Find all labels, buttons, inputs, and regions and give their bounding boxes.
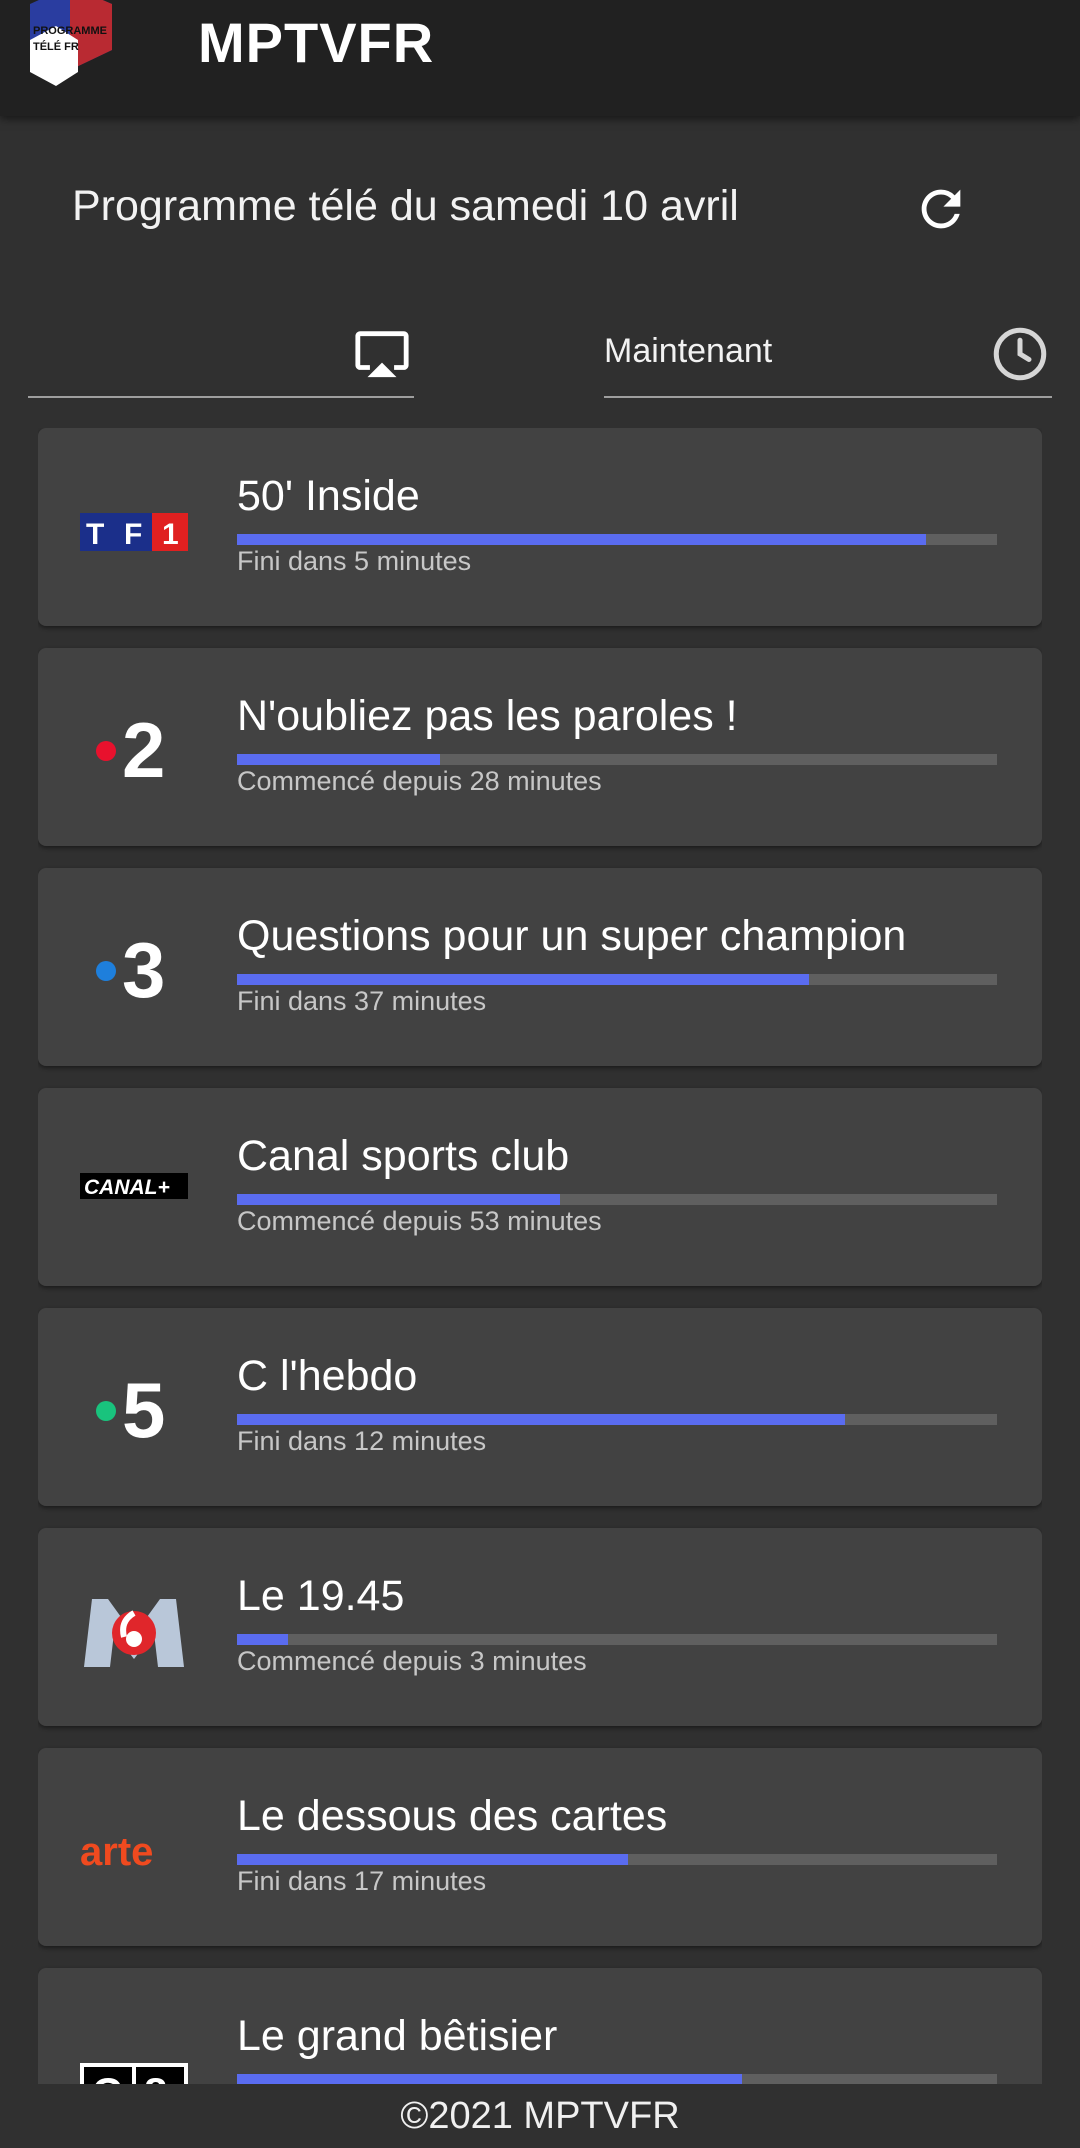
app-logo-text-1: PROGRAMME xyxy=(33,25,107,37)
program-title: N'oubliez pas les paroles ! xyxy=(237,692,738,740)
svg-text:5: 5 xyxy=(122,1366,165,1451)
program-card[interactable]: arte Le dessous des cartes Fini dans 17 … xyxy=(38,1748,1042,1946)
france5-logo: 5 xyxy=(78,1363,190,1454)
progress-bar xyxy=(237,1634,997,1645)
progress-bar xyxy=(237,2074,997,2084)
program-card[interactable]: C 8 Le grand bêtisier xyxy=(38,1968,1042,2084)
refresh-icon[interactable] xyxy=(912,180,970,238)
app-title: MPTVFR xyxy=(198,11,435,74)
cast-icon[interactable] xyxy=(350,324,414,382)
program-status: Commencé depuis 53 minutes xyxy=(237,1206,602,1236)
page-title: Programme télé du samedi 10 avril xyxy=(72,182,739,230)
clock-icon[interactable] xyxy=(990,324,1050,384)
c8-logo: C 8 xyxy=(78,2023,190,2084)
canalplus-logo: CANAL+ xyxy=(78,1143,190,1231)
progress-fill xyxy=(237,534,927,545)
progress-fill xyxy=(237,1634,288,1645)
app-bar: PROGRAMME TÉLÉ FR MPTVFR xyxy=(0,0,1080,116)
program-card[interactable]: Le 19.45 Commencé depuis 3 minutes xyxy=(38,1528,1042,1726)
progress-fill xyxy=(237,1194,560,1205)
app-logo-text-2: TÉLÉ FR xyxy=(33,40,79,53)
program-status: Commencé depuis 28 minutes xyxy=(237,766,602,796)
time-filter-value: Maintenant xyxy=(604,332,773,370)
program-status: Fini dans 12 minutes xyxy=(237,1426,487,1456)
time-filter[interactable]: Maintenant xyxy=(604,320,1052,398)
svg-text:F: F xyxy=(124,518,142,551)
svg-text:8: 8 xyxy=(144,2069,167,2084)
svg-text:1: 1 xyxy=(162,518,179,551)
program-title: Canal sports club xyxy=(237,1132,570,1180)
program-card[interactable]: CANAL+ Canal sports club Commencé depuis… xyxy=(38,1088,1042,1286)
program-title: C l'hebdo xyxy=(237,1352,418,1400)
program-card[interactable]: T F 1 50' Inside Fini dans 5 minutes xyxy=(38,428,1042,626)
progress-bar xyxy=(237,1854,997,1865)
svg-text:C: C xyxy=(92,2069,122,2084)
copyright-text: ©2021 MPTVFR xyxy=(400,2095,680,2137)
program-title: Questions pour un super champion xyxy=(237,912,907,960)
program-card[interactable]: 3 Questions pour un super champion Fini … xyxy=(38,868,1042,1066)
france2-logo: 2 xyxy=(78,703,190,794)
progress-bar xyxy=(237,1194,997,1205)
svg-text:2: 2 xyxy=(122,706,165,791)
footer: ©2021 MPTVFR xyxy=(0,2084,1080,2148)
program-status: Fini dans 37 minutes xyxy=(237,986,487,1016)
app-logo[interactable]: PROGRAMME TÉLÉ FR xyxy=(26,0,128,92)
svg-text:3: 3 xyxy=(122,926,165,1011)
program-status: Fini dans 5 minutes xyxy=(237,546,472,576)
program-title: Le grand bêtisier xyxy=(237,2012,558,2060)
svg-text:T: T xyxy=(86,518,104,551)
program-card[interactable]: 2 N'oubliez pas les paroles ! Commencé d… xyxy=(38,648,1042,846)
arte-logo: arte xyxy=(78,1803,190,1891)
france3-logo: 3 xyxy=(78,923,190,1014)
channel-filter[interactable] xyxy=(28,320,414,398)
progress-bar xyxy=(237,974,997,985)
m6-logo xyxy=(78,1583,190,1671)
progress-fill xyxy=(237,1414,845,1425)
svg-text:CANAL+: CANAL+ xyxy=(84,1176,170,1199)
program-status: Commencé depuis 3 minutes xyxy=(237,1646,587,1676)
svg-text:arte: arte xyxy=(80,1830,153,1874)
progress-fill xyxy=(237,1854,629,1865)
program-card[interactable]: 5 C l'hebdo Fini dans 12 minutes xyxy=(38,1308,1042,1506)
program-status: Fini dans 17 minutes xyxy=(237,1866,487,1896)
progress-bar xyxy=(237,754,997,765)
progress-fill xyxy=(237,754,440,765)
program-title: 50' Inside xyxy=(237,472,420,520)
progress-fill xyxy=(237,974,810,985)
program-title: Le dessous des cartes xyxy=(237,1792,668,1840)
progress-bar xyxy=(237,534,997,545)
progress-bar xyxy=(237,1414,997,1425)
tf1-logo: T F 1 xyxy=(78,483,190,571)
program-title: Le 19.45 xyxy=(237,1572,405,1620)
program-list: T F 1 50' Inside Fini dans 5 minutes 2 N… xyxy=(38,428,1042,2084)
progress-fill xyxy=(237,2074,743,2084)
